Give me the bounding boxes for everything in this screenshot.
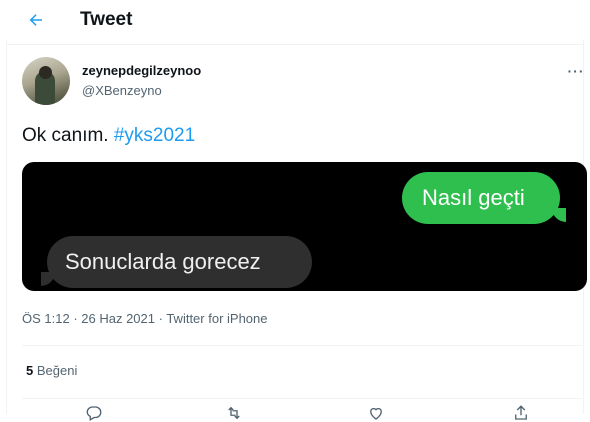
like-icon xyxy=(370,407,382,420)
share-button[interactable] xyxy=(512,404,530,420)
likes-label: Beğeni xyxy=(36,363,78,378)
author-handle[interactable]: @XBenzeyno xyxy=(82,83,162,98)
stats-divider-top xyxy=(22,345,582,346)
retweet-button[interactable] xyxy=(225,404,243,420)
likes-stat[interactable]: 5 Beğeni xyxy=(26,363,77,378)
meta-separator: · xyxy=(69,311,82,326)
more-options-button[interactable]: ··· xyxy=(566,63,586,79)
header-divider xyxy=(6,44,584,45)
page-title: Tweet xyxy=(80,9,133,30)
received-message-text: Sonuclarda gorecez xyxy=(65,249,261,274)
tweet-time[interactable]: ÖS 1:12 xyxy=(22,311,70,326)
stats-divider-bottom xyxy=(22,398,582,399)
share-icon xyxy=(515,405,527,420)
reply-button[interactable] xyxy=(85,404,103,421)
more-horizontal-icon: ··· xyxy=(567,63,585,79)
avatar[interactable] xyxy=(22,57,70,105)
retweet-icon xyxy=(228,406,240,420)
tweet-source[interactable]: Twitter for iPhone xyxy=(166,311,267,326)
tweet-body: Ok canım. xyxy=(22,125,109,146)
reply-icon xyxy=(86,406,102,421)
tweet-timestamp-row: ÖS 1:12 · 26 Haz 2021 · Twitter for iPho… xyxy=(22,311,267,326)
back-button[interactable] xyxy=(20,4,52,36)
tweet-date[interactable]: 26 Haz 2021 xyxy=(81,311,155,326)
likes-count: 5 xyxy=(26,363,34,378)
sent-message-text: Nasıl geçti xyxy=(422,185,525,210)
hashtag-link[interactable]: #yks2021 xyxy=(114,125,195,146)
tweet-media-image[interactable]: Nasıl geçti Sonuclarda gorecez xyxy=(22,162,587,291)
top-bar: Tweet xyxy=(0,0,590,40)
arrow-left-icon xyxy=(29,14,42,26)
author-display-name[interactable]: zeynepdegilzeynoo xyxy=(82,63,201,78)
sent-message-bubble: Nasıl geçti xyxy=(402,172,566,224)
like-button[interactable] xyxy=(367,404,385,420)
meta-separator-2: · xyxy=(155,311,167,326)
sent-bubble-tail xyxy=(552,208,566,222)
received-message-bubble: Sonuclarda gorecez xyxy=(41,236,312,288)
received-bubble-tail xyxy=(41,272,55,286)
column-border-left xyxy=(6,40,7,414)
avatar-head xyxy=(39,66,52,79)
tweet-text: Ok canım. #yks2021 xyxy=(22,125,195,147)
